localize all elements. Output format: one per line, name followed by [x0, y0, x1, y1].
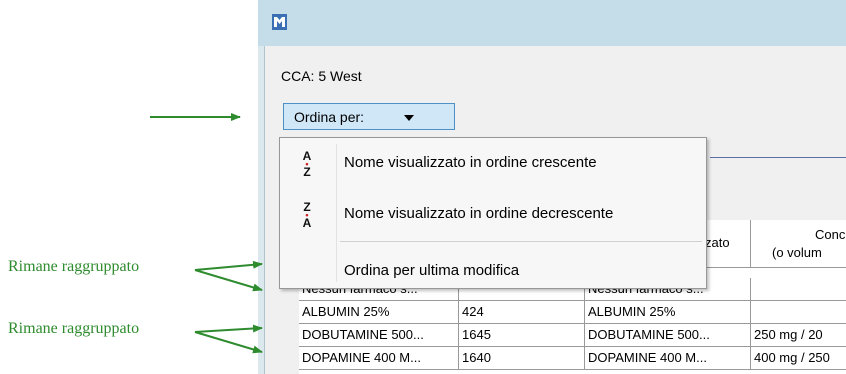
menu-item-label: Nome visualizzato in ordine decrescente	[344, 205, 614, 222]
menu-item-label: Nome visualizzato in ordine crescente	[344, 154, 597, 171]
column-header-concentration[interactable]: Conc (o volum	[751, 220, 846, 268]
menu-separator	[340, 241, 702, 242]
table-cell	[751, 301, 846, 324]
header-text: Conc	[815, 227, 846, 242]
chevron-down-icon	[404, 115, 414, 121]
table-row[interactable]: ALBUMIN 25% 424 ALBUMIN 25%	[299, 301, 846, 324]
sort-by-button[interactable]: Ordina per:	[283, 103, 455, 130]
arrow-to-group-row	[194, 260, 263, 271]
table-cell: ALBUMIN 25%	[585, 301, 751, 324]
sort-by-label: Ordina per:	[294, 109, 365, 125]
annotation-label: Rimane raggruppato	[8, 320, 140, 337]
header-text: (o volum	[772, 245, 822, 260]
table-cell: DOPAMINE 400 M...	[585, 347, 751, 370]
annotation-label: Rimane raggruppato	[8, 258, 140, 275]
app-logo-icon	[272, 14, 287, 30]
table-cell: 400 mg / 250	[751, 347, 846, 370]
title-bar	[258, 0, 846, 46]
menu-item-sort-ascending[interactable]: A • Z Nome visualizzato in ordine cresce…	[280, 143, 706, 183]
cca-label: CCA: 5 West	[281, 68, 362, 84]
sort-az-icon: A • Z	[302, 149, 312, 179]
table-cell: 1640	[459, 347, 585, 370]
arrow-to-group-row	[194, 331, 263, 354]
table-cell: DOBUTAMINE 500...	[299, 324, 459, 347]
table-cell: 424	[459, 301, 585, 324]
menu-item-sort-last-modified[interactable]: Ordina per ultima modifica	[280, 251, 706, 291]
menu-item-sort-descending[interactable]: Z • A Nome visualizzato in ordine decres…	[280, 194, 706, 234]
cca-prefix: CCA:	[281, 68, 315, 84]
table-cell: DOBUTAMINE 500...	[585, 324, 751, 347]
table-cell: DOPAMINE 400 M...	[299, 347, 459, 370]
table-cell: ALBUMIN 25%	[299, 301, 459, 324]
sort-za-icon: Z • A	[302, 200, 312, 230]
table-cell: 250 mg / 20	[751, 324, 846, 347]
arrow-to-group-row	[194, 324, 263, 333]
table-row[interactable]: DOBUTAMINE 500... 1645 DOBUTAMINE 500...…	[299, 324, 846, 347]
header-text: zato	[705, 235, 730, 250]
menu-item-label: Ordina per ultima modifica	[344, 262, 520, 279]
arrow-to-group-row	[194, 269, 263, 292]
cca-value: 5 West	[318, 68, 362, 84]
table-cell	[751, 278, 846, 301]
table-row[interactable]: DOPAMINE 400 M... 1640 DOPAMINE 400 M...…	[299, 347, 846, 370]
table-cell: 1645	[459, 324, 585, 347]
section-divider	[710, 157, 846, 158]
sort-menu: A • Z Nome visualizzato in ordine cresce…	[279, 137, 707, 289]
